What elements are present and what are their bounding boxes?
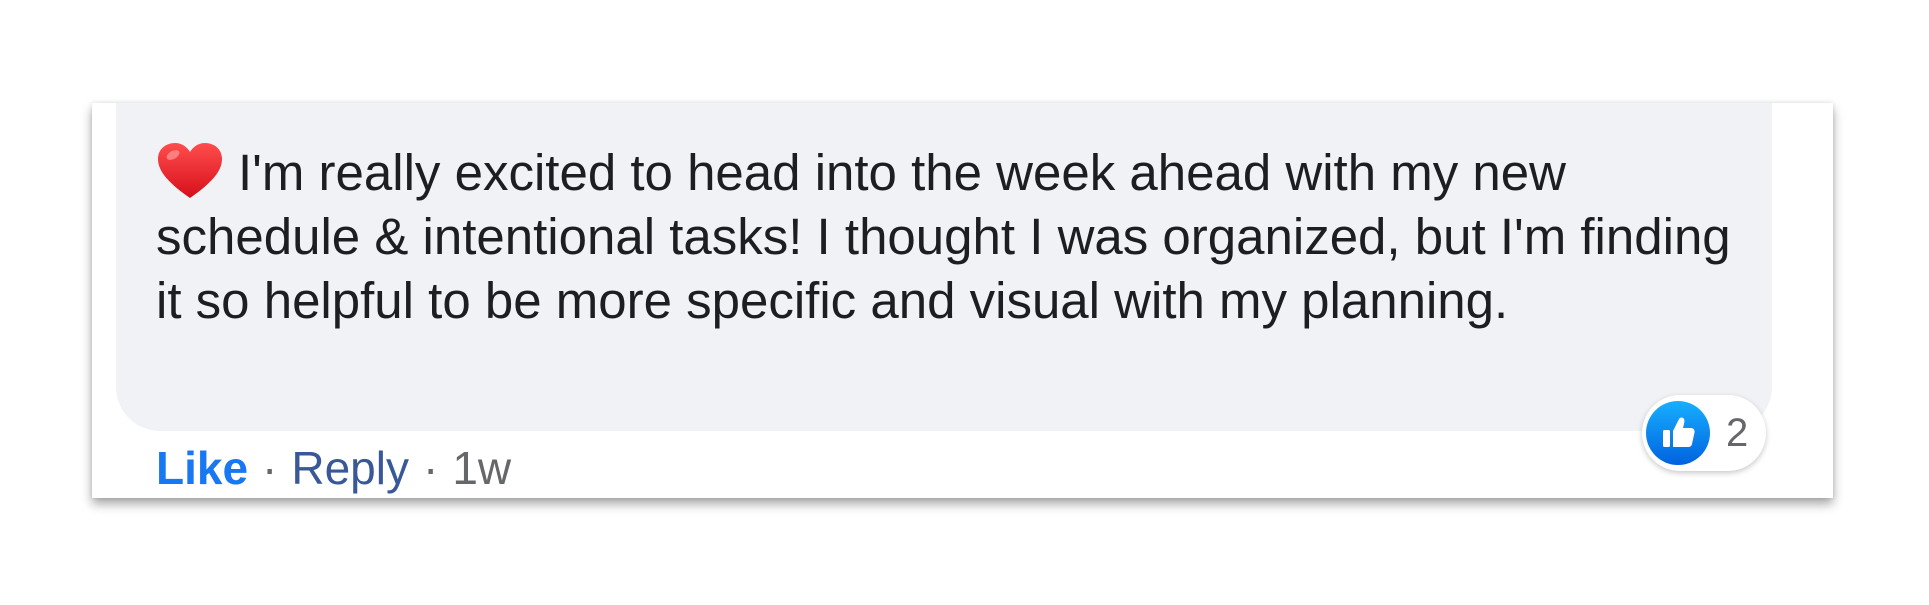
separator-dot: · [422,442,439,494]
like-button[interactable]: Like [156,442,248,494]
comment-actions: Like · Reply · 1w [156,433,511,503]
timestamp[interactable]: 1w [452,442,511,494]
separator-dot: · [262,442,278,494]
reaction-count: 2 [1726,410,1749,455]
reactions-summary[interactable]: 2 [1642,395,1767,471]
red-heart-icon [156,142,224,200]
thumbs-up-icon [1646,401,1710,465]
comment-card: I'm really excited to head into the week… [92,103,1833,498]
comment-bubble: I'm really excited to head into the week… [116,103,1772,431]
reply-button[interactable]: Reply [291,442,409,494]
comment-text: I'm really excited to head into the week… [156,144,1731,329]
